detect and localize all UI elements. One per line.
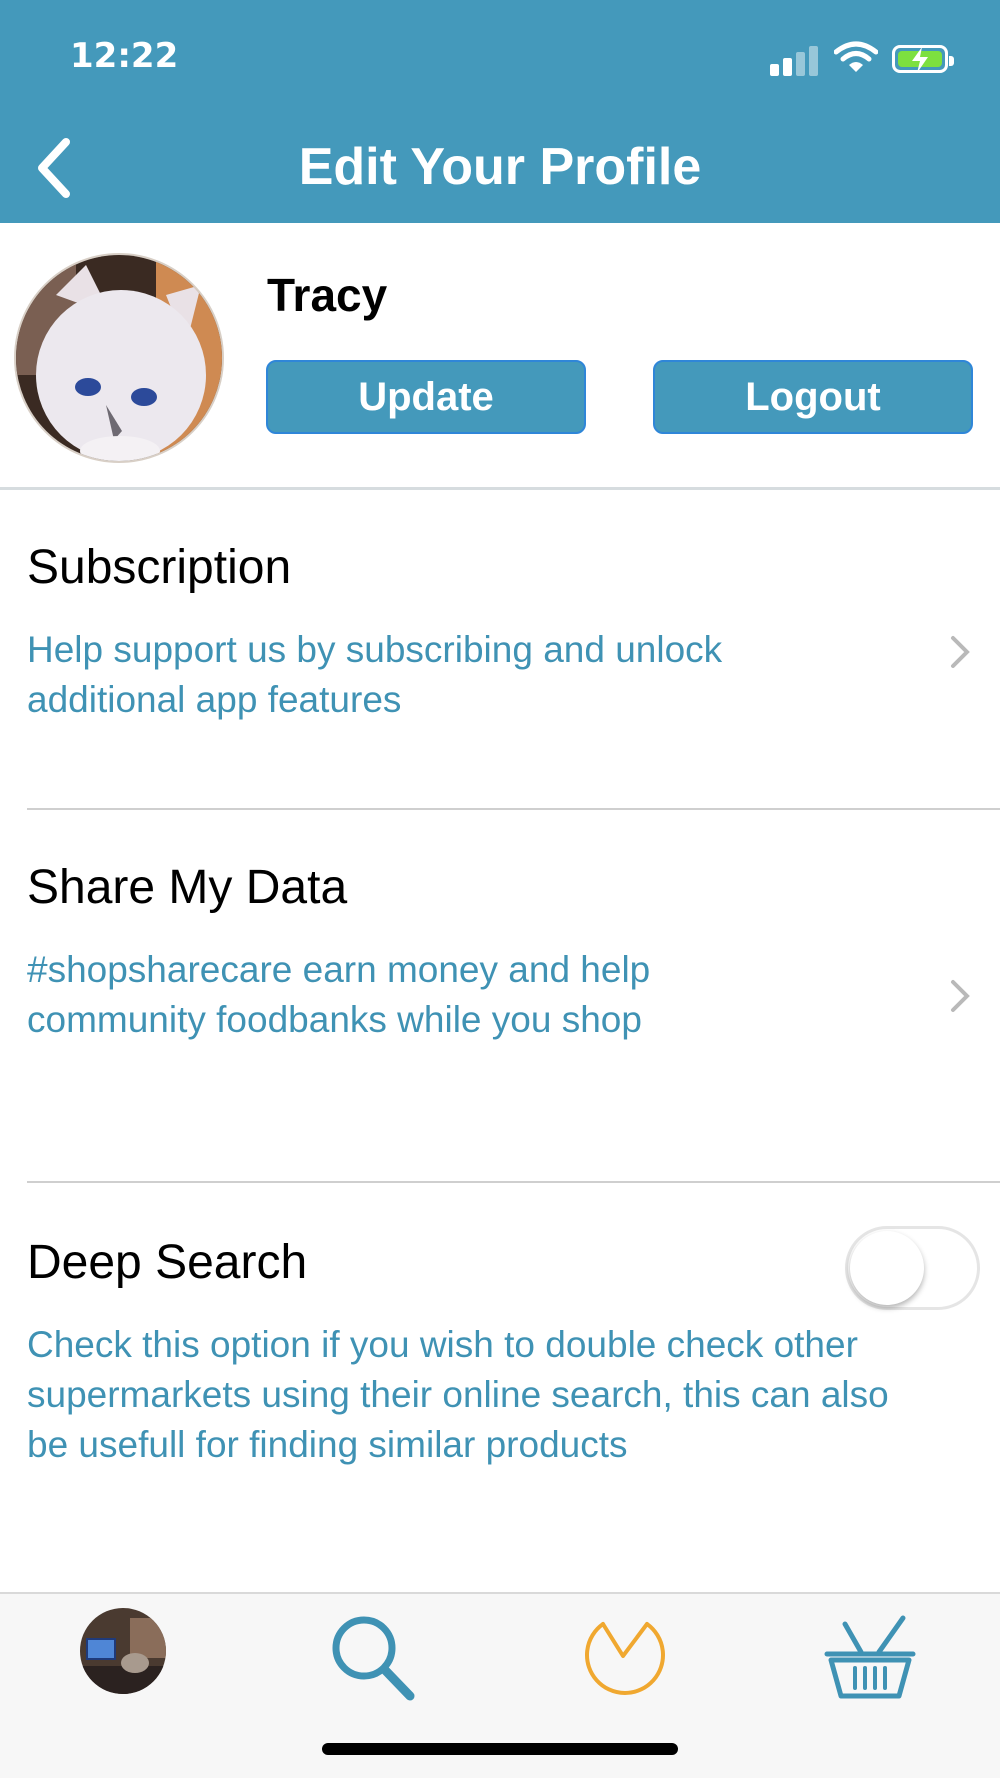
- row-description: Check this option if you wish to double …: [27, 1324, 889, 1465]
- row-description: #shopsharecare earn money and help commu…: [27, 949, 651, 1040]
- wifi-icon: [834, 41, 878, 72]
- toggle-knob: [850, 1231, 924, 1305]
- settings-row-share-data[interactable]: Share My Data #shopsharecare earn money …: [27, 860, 1000, 1080]
- row-description: Help support us by subscribing and unloc…: [27, 629, 723, 720]
- settings-row-subscription[interactable]: Subscription Help support us by subscrib…: [27, 540, 1000, 760]
- profile-section: Tracy Update Logout: [0, 223, 1000, 489]
- tab-profile-avatar[interactable]: [80, 1608, 166, 1694]
- deep-search-toggle[interactable]: [845, 1226, 980, 1310]
- search-icon[interactable]: [318, 1604, 428, 1714]
- profile-avatar[interactable]: [14, 253, 224, 463]
- update-button[interactable]: Update: [266, 360, 586, 434]
- row-title: Subscription: [27, 541, 292, 594]
- profile-divider: [0, 487, 1000, 490]
- row-title: Deep Search: [27, 1236, 308, 1289]
- row-title: Share My Data: [27, 861, 348, 914]
- avatar-photo: [80, 1608, 166, 1694]
- divider: [27, 808, 1000, 810]
- timer-icon[interactable]: [565, 1604, 675, 1714]
- status-time: 12:22: [70, 36, 179, 76]
- app-header: 12:22 Edit Your Profile: [0, 0, 1000, 223]
- home-indicator[interactable]: [322, 1743, 678, 1755]
- battery-icon: [892, 45, 954, 73]
- divider: [27, 1181, 1000, 1183]
- profile-name: Tracy: [267, 269, 388, 321]
- kitten-photo: [16, 255, 222, 461]
- logout-button[interactable]: Logout: [653, 360, 973, 434]
- chevron-right-icon: [951, 636, 970, 668]
- status-icons: [770, 40, 960, 80]
- signal-icon: [770, 40, 826, 76]
- chevron-right-icon: [951, 980, 970, 1012]
- page-title: Edit Your Profile: [298, 138, 702, 196]
- basket-icon[interactable]: [815, 1604, 925, 1714]
